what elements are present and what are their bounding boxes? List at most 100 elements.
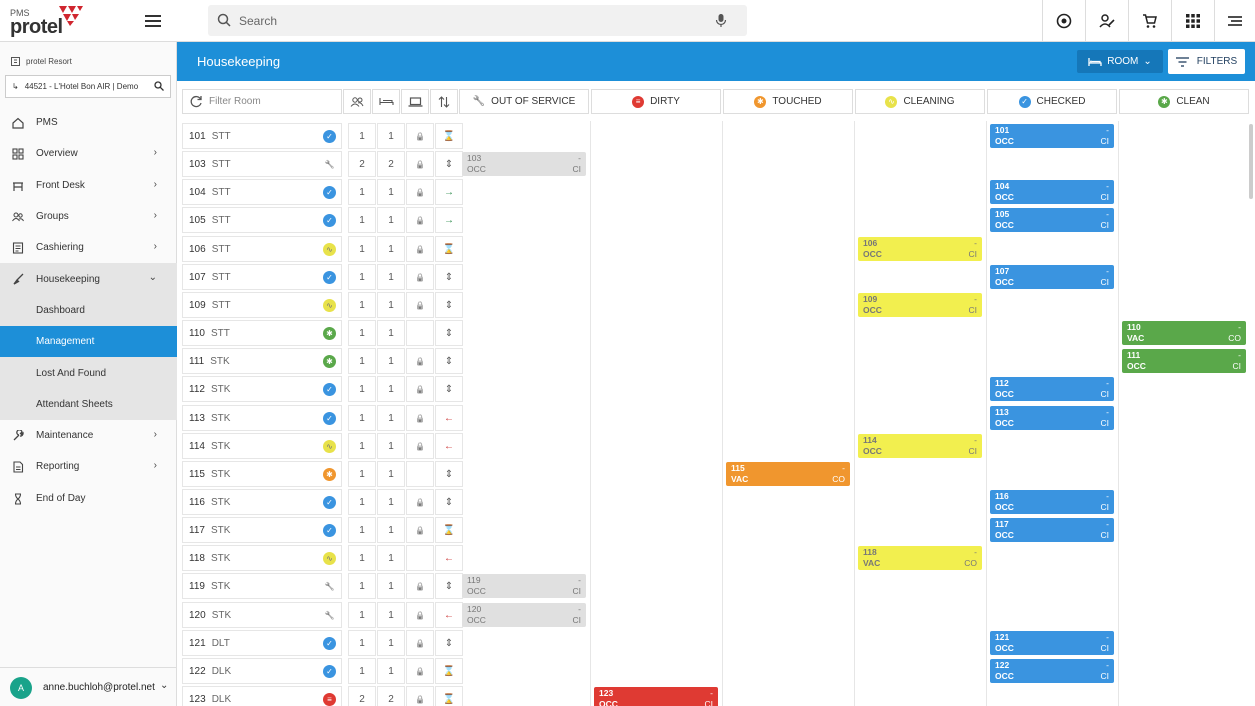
room-card-119[interactable]: 119 - OCC CI — [462, 574, 586, 598]
subnav-item-dashboard[interactable]: Dashboard — [0, 294, 177, 327]
room-status-checked-icon[interactable]: ✓ — [323, 271, 336, 284]
room-status-dirty-icon[interactable]: ≡ — [323, 693, 336, 706]
room-cell[interactable]: 113 STK ✓ — [182, 405, 342, 431]
room-status-checked-icon[interactable]: ✓ — [323, 186, 336, 199]
nav-item-reporting[interactable]: Reporting › — [0, 451, 177, 482]
sort-column-icon[interactable] — [430, 89, 458, 114]
microphone-icon[interactable] — [715, 13, 727, 28]
room-status-touched-icon[interactable]: ✱ — [323, 468, 336, 481]
subnav-item-lost-and-found[interactable]: Lost And Found — [0, 357, 177, 389]
nav-item-maintenance[interactable]: Maintenance › — [0, 420, 177, 451]
room-status-oos-icon[interactable]: 🔧 — [323, 580, 336, 593]
column-header-touched[interactable]: ✱ TOUCHED — [723, 89, 853, 114]
column-header-clean[interactable]: ✱ CLEAN — [1119, 89, 1249, 114]
room-card-112[interactable]: 112 - OCC CI — [990, 377, 1114, 401]
room-cell[interactable]: 116 STK ✓ — [182, 489, 342, 515]
search-input[interactable]: Search — [208, 5, 747, 36]
room-cell[interactable]: 115 STK ✱ — [182, 461, 342, 487]
nav-item-cashiering[interactable]: Cashiering › — [0, 232, 177, 263]
room-card-109[interactable]: 109 - OCC CI — [858, 293, 982, 317]
room-card-115[interactable]: 115 - VAC CO — [726, 462, 850, 486]
room-card-110[interactable]: 110 - VAC CO — [1122, 321, 1246, 345]
nav-item-end-of-day[interactable]: End of Day — [0, 483, 177, 514]
room-card-113[interactable]: 113 - OCC CI — [990, 406, 1114, 430]
room-cell[interactable]: 120 STK 🔧 — [182, 602, 342, 628]
room-status-cleaning-icon[interactable]: ∿ — [323, 243, 336, 256]
filters-button[interactable]: FILTERS — [1168, 49, 1245, 74]
chevron-down-icon[interactable]: ⌄ — [160, 680, 168, 691]
room-cell[interactable]: 103 STT 🔧 — [182, 151, 342, 177]
nav-item-front-desk[interactable]: Front Desk › — [0, 170, 177, 201]
room-cell[interactable]: 114 STK ∿ — [182, 433, 342, 459]
room-status-checked-icon[interactable]: ✓ — [323, 383, 336, 396]
room-cell[interactable]: 111 STK ✱ — [182, 348, 342, 374]
room-cell[interactable]: 122 DLK ✓ — [182, 658, 342, 684]
room-card-120[interactable]: 120 - OCC CI — [462, 603, 586, 627]
room-card-116[interactable]: 116 - OCC CI — [990, 490, 1114, 514]
nav-item-pms[interactable]: PMS — [0, 107, 177, 138]
room-cell[interactable]: 105 STT ✓ — [182, 207, 342, 233]
user-edit-icon[interactable] — [1085, 0, 1128, 42]
room-cell[interactable]: 106 STT ∿ — [182, 236, 342, 262]
subnav-item-attendant-sheets[interactable]: Attendant Sheets — [0, 388, 177, 420]
room-cell[interactable]: 117 STK ✓ — [182, 517, 342, 543]
room-card-117[interactable]: 117 - OCC CI — [990, 518, 1114, 542]
column-header-checked[interactable]: ✓ CHECKED — [987, 89, 1117, 114]
room-cell[interactable]: 101 STT ✓ — [182, 123, 342, 149]
vertical-scrollbar[interactable] — [1249, 124, 1253, 199]
persons-column-icon[interactable] — [343, 89, 371, 114]
room-status-checked-icon[interactable]: ✓ — [323, 214, 336, 227]
room-card-103[interactable]: 103 - OCC CI — [462, 152, 586, 176]
room-status-oos-icon[interactable]: 🔧 — [323, 158, 336, 171]
room-cell[interactable]: 112 STK ✓ — [182, 376, 342, 402]
room-card-122[interactable]: 122 - OCC CI — [990, 659, 1114, 683]
room-status-checked-icon[interactable]: ✓ — [323, 637, 336, 650]
room-status-checked-icon[interactable]: ✓ — [323, 412, 336, 425]
room-cell[interactable]: 123 DLK ≡ — [182, 686, 342, 706]
room-status-cleaning-icon[interactable]: ∿ — [323, 440, 336, 453]
hotel-search-icon[interactable] — [154, 81, 164, 91]
room-card-123[interactable]: 123 - OCC CI — [594, 687, 718, 706]
nav-item-groups[interactable]: Groups › — [0, 201, 177, 232]
room-status-cleaning-icon[interactable]: ∿ — [323, 552, 336, 565]
room-card-105[interactable]: 105 - OCC CI — [990, 208, 1114, 232]
apps-grid-icon[interactable] — [1171, 0, 1214, 42]
bed-column-icon[interactable] — [372, 89, 400, 114]
column-header-out-of-service[interactable]: 🔧 OUT OF SERVICE — [459, 89, 589, 114]
room-cell[interactable]: 107 STT ✓ — [182, 264, 342, 290]
refresh-icon[interactable] — [190, 95, 203, 108]
room-status-clean-icon[interactable]: ✱ — [323, 355, 336, 368]
room-cell[interactable]: 118 STK ∿ — [182, 545, 342, 571]
room-cell[interactable]: 104 STT ✓ — [182, 179, 342, 205]
room-status-clean-icon[interactable]: ✱ — [323, 327, 336, 340]
room-cell[interactable]: 110 STT ✱ — [182, 320, 342, 346]
list-menu-icon[interactable] — [1214, 0, 1255, 42]
nav-item-housekeeping[interactable]: Housekeeping ⌄ — [0, 263, 177, 295]
hotel-selector[interactable]: ↳ 44521 - L'Hotel Bon AIR | Demo — [5, 75, 171, 98]
menu-toggle-icon[interactable] — [143, 12, 163, 30]
room-card-121[interactable]: 121 - OCC CI — [990, 631, 1114, 655]
user-menu[interactable]: A anne.buchloh@protel.net ⌄ — [0, 667, 177, 706]
room-card-104[interactable]: 104 - OCC CI — [990, 180, 1114, 204]
room-cell[interactable]: 119 STK 🔧 — [182, 573, 342, 599]
room-cell[interactable]: 121 DLT ✓ — [182, 630, 342, 656]
target-icon[interactable] — [1042, 0, 1085, 42]
protel-logo[interactable]: PMS protel — [10, 6, 90, 38]
column-header-cleaning[interactable]: ∿ CLEANING — [855, 89, 985, 114]
filter-room-input[interactable]: Filter Room — [182, 89, 342, 114]
room-status-checked-icon[interactable]: ✓ — [323, 524, 336, 537]
room-status-checked-icon[interactable]: ✓ — [323, 130, 336, 143]
subnav-item-management[interactable]: Management — [0, 326, 177, 358]
room-status-cleaning-icon[interactable]: ∿ — [323, 299, 336, 312]
room-view-button[interactable]: ROOM ⌄ — [1077, 50, 1163, 73]
room-card-114[interactable]: 114 - OCC CI — [858, 434, 982, 458]
room-card-111[interactable]: 111 - OCC CI — [1122, 349, 1246, 373]
column-header-dirty[interactable]: ≡ DIRTY — [591, 89, 721, 114]
room-card-106[interactable]: 106 - OCC CI — [858, 237, 982, 261]
laptop-column-icon[interactable] — [401, 89, 429, 114]
room-card-118[interactable]: 118 - VAC CO — [858, 546, 982, 570]
room-status-oos-icon[interactable]: 🔧 — [323, 609, 336, 622]
room-card-101[interactable]: 101 - OCC CI — [990, 124, 1114, 148]
room-status-checked-icon[interactable]: ✓ — [323, 496, 336, 509]
cart-icon[interactable] — [1128, 0, 1171, 42]
